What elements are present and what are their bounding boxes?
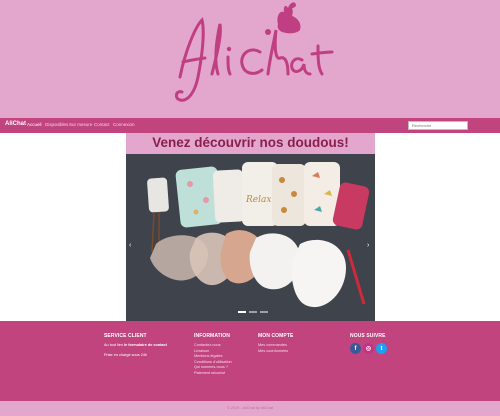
nav-link-sur-mesure[interactable]: Sur mesure — [69, 122, 92, 127]
footer-mon-compte: MON COMPTE Mes commandes Mes coordonnées — [258, 333, 318, 354]
carousel-prev-button[interactable]: ‹ — [129, 242, 131, 249]
carousel-indicator-1[interactable] — [238, 311, 246, 313]
twitter-icon[interactable]: t — [376, 343, 387, 354]
carousel-photo: Relax — [126, 154, 375, 321]
footer-follow-heading: NOUS SUIVRE — [350, 333, 386, 339]
nav-brand[interactable]: AliChat — [5, 121, 26, 127]
footer-link-paiement[interactable]: Paiement sécurisé — [194, 371, 254, 377]
footer-service-line2: Prise en charge sous 24h — [104, 352, 148, 357]
footer-information-heading: INFORMATION — [194, 333, 231, 339]
contact-form-link[interactable]: le formulaire de contact — [124, 343, 167, 347]
footer-link-coordonnees[interactable]: Mes coordonnées — [258, 349, 318, 355]
navbar: AliChat Accueil Disponibles Sur mesure C… — [0, 118, 500, 133]
footer-account-heading: MON COMPTE — [258, 333, 294, 339]
search-input[interactable] — [408, 121, 468, 130]
carousel[interactable]: Relax ‹ › — [126, 154, 375, 321]
nav-link-contact[interactable]: Contact — [94, 122, 110, 127]
nav-link-connexion[interactable]: Connexion — [113, 122, 135, 127]
footer-service-line1-prefix: Au tout lien — [104, 343, 123, 347]
alichat-logo[interactable] — [150, 2, 350, 117]
footer-nous-suivre: NOUS SUIVRE f ◎ t — [350, 333, 410, 354]
footer-service-client: SERVICE CLIENT Au tout lien le formulair… — [104, 333, 184, 358]
header — [0, 0, 500, 118]
footer-information: INFORMATION Contactez-nous Livraison Men… — [194, 333, 254, 377]
facebook-icon[interactable]: f — [350, 343, 361, 354]
carousel-indicators — [238, 311, 268, 313]
copyright: © 2019 - AliChat by AliChat — [0, 401, 500, 416]
instagram-icon[interactable]: ◎ — [363, 343, 374, 354]
carousel-indicator-3[interactable] — [260, 311, 268, 313]
social-icons: f ◎ t — [350, 343, 410, 354]
footer-service-text: Au tout lien le formulaire de contact — [104, 343, 184, 349]
footer: SERVICE CLIENT Au tout lien le formulair… — [0, 321, 500, 401]
nav-link-disponibles[interactable]: Disponibles — [45, 122, 68, 127]
svg-text:Relax: Relax — [245, 195, 271, 205]
carousel-indicator-2[interactable] — [249, 311, 257, 313]
footer-service-heading: SERVICE CLIENT — [104, 333, 147, 339]
hero-title: Venez découvrir nos doudous! — [152, 135, 349, 150]
carousel-next-button[interactable]: › — [367, 242, 369, 249]
main-content: Venez découvrir nos doudous! Relax ‹ › — [0, 133, 500, 321]
nav-link-accueil[interactable]: Accueil — [27, 122, 42, 127]
